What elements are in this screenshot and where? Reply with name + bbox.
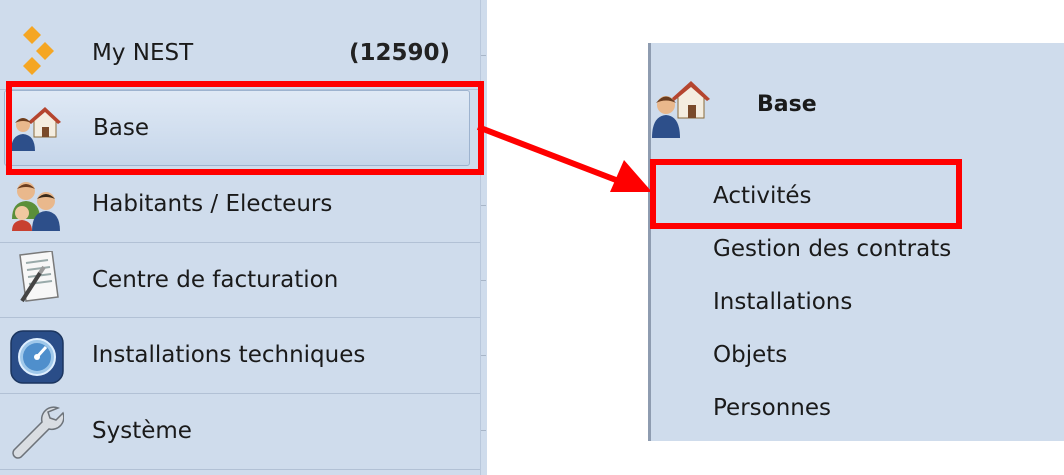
diamond-logo-icon — [10, 26, 58, 75]
gauge-icon — [10, 330, 64, 384]
people-group-icon — [8, 179, 60, 231]
nav-item-installations-techniques[interactable]: Installations techniques — [0, 318, 480, 394]
nav-item-habitants-electeurs[interactable]: Habitants / Electeurs — [0, 167, 480, 243]
nav-item-systeme[interactable]: Système — [0, 394, 480, 470]
nest-count-badge: (12590) — [348, 40, 450, 66]
submenu-title: Base — [757, 92, 817, 117]
screenshot-canvas: My NEST (12590) Base Habitants / Electeu… — [0, 0, 1064, 475]
nav-item-label: Système — [92, 418, 192, 444]
nav-item-label: Installations techniques — [92, 342, 366, 368]
annotation-highlight-activites — [650, 159, 962, 229]
left-panel-scrollbar[interactable] — [480, 0, 487, 475]
submenu-item-objets[interactable]: Objets — [713, 342, 787, 368]
left-navigation-panel: My NEST (12590) Base Habitants / Electeu… — [0, 0, 487, 475]
house-person-icon — [652, 78, 710, 138]
annotation-highlight-base — [6, 81, 484, 175]
submenu-item-personnes[interactable]: Personnes — [713, 395, 831, 421]
nav-item-centre-facturation[interactable]: Centre de facturation — [0, 243, 480, 318]
nav-item-my-nest[interactable]: My NEST (12590) — [0, 16, 480, 90]
nav-item-label: Habitants / Electeurs — [92, 191, 333, 217]
submenu-item-gestion-contrats[interactable]: Gestion des contrats — [713, 236, 951, 262]
document-pen-icon — [14, 250, 62, 303]
nav-item-label: My NEST — [92, 40, 194, 66]
wrench-icon — [6, 404, 65, 459]
nav-item-label: Centre de facturation — [92, 267, 339, 293]
submenu-item-installations[interactable]: Installations — [713, 289, 852, 315]
